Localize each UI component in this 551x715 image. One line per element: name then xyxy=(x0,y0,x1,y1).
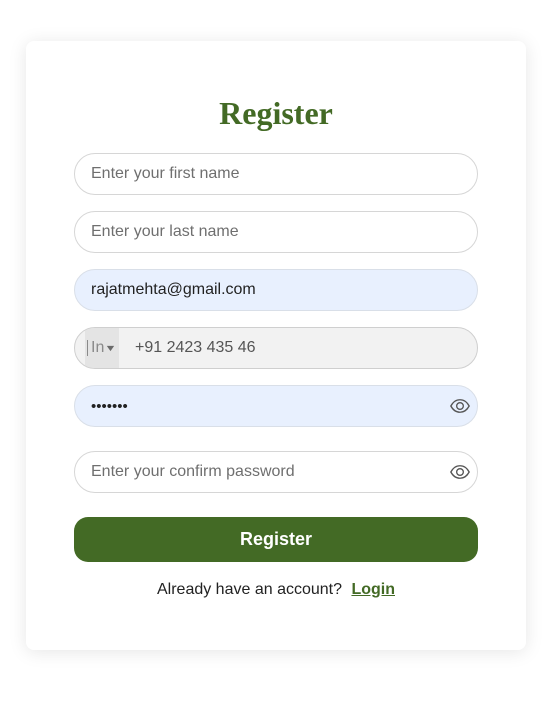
eye-icon[interactable] xyxy=(450,398,470,414)
first-name-field[interactable] xyxy=(74,153,478,195)
register-button[interactable]: Register xyxy=(74,517,478,562)
email-field[interactable] xyxy=(74,269,478,311)
phone-field[interactable]: In ▼ xyxy=(74,327,478,369)
first-name-input[interactable] xyxy=(91,154,461,194)
last-name-field[interactable] xyxy=(74,211,478,253)
text-cursor xyxy=(87,340,88,356)
login-prompt-text: Already have an account? xyxy=(156,581,342,598)
country-code-label: In xyxy=(91,339,105,356)
country-code-select[interactable]: In ▼ xyxy=(85,328,119,368)
password-input[interactable] xyxy=(91,386,431,426)
confirm-password-input[interactable] xyxy=(91,452,431,492)
login-link[interactable]: Login xyxy=(351,581,395,598)
confirm-password-field[interactable] xyxy=(74,451,478,493)
login-prompt: Already have an account? Login xyxy=(26,580,526,600)
chevron-down-icon: ▼ xyxy=(104,343,118,353)
phone-input[interactable] xyxy=(135,328,455,368)
eye-icon[interactable] xyxy=(450,464,470,480)
last-name-input[interactable] xyxy=(91,212,461,252)
email-input[interactable] xyxy=(91,270,461,310)
page-title: Register xyxy=(219,95,333,131)
password-field[interactable] xyxy=(74,385,478,427)
register-card: Register In ▼ Register Already have an a xyxy=(26,41,526,650)
